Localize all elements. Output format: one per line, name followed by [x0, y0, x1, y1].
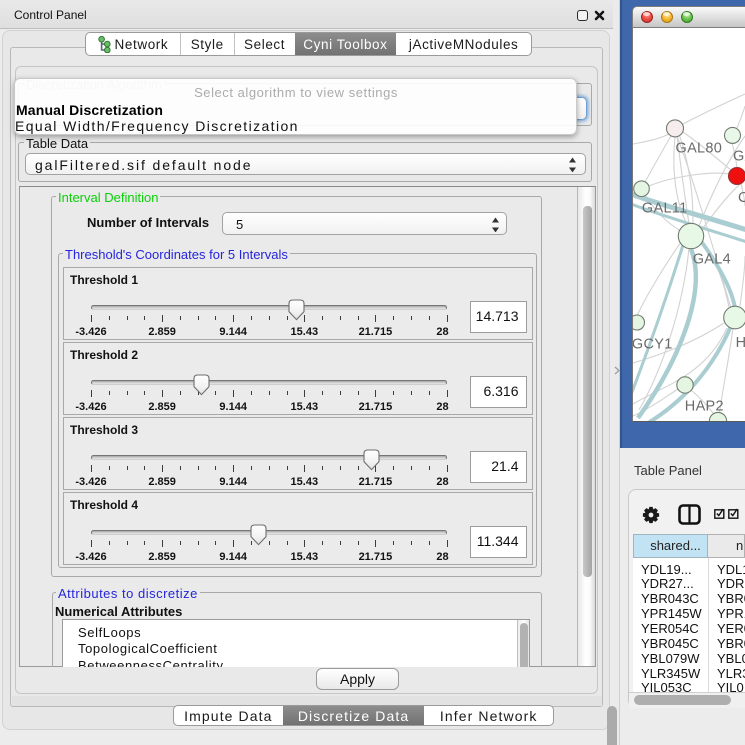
svg-text:GAL4: GAL4 [693, 252, 731, 268]
svg-text:H: H [736, 335, 745, 351]
svg-text:C: C [738, 190, 745, 206]
svg-text:GAL11: GAL11 [642, 200, 688, 216]
svg-text:GCY1: GCY1 [633, 337, 673, 353]
svg-text:HAP2: HAP2 [685, 399, 724, 415]
svg-text:GAL80: GAL80 [676, 141, 723, 157]
svg-text:GA: GA [733, 148, 745, 164]
